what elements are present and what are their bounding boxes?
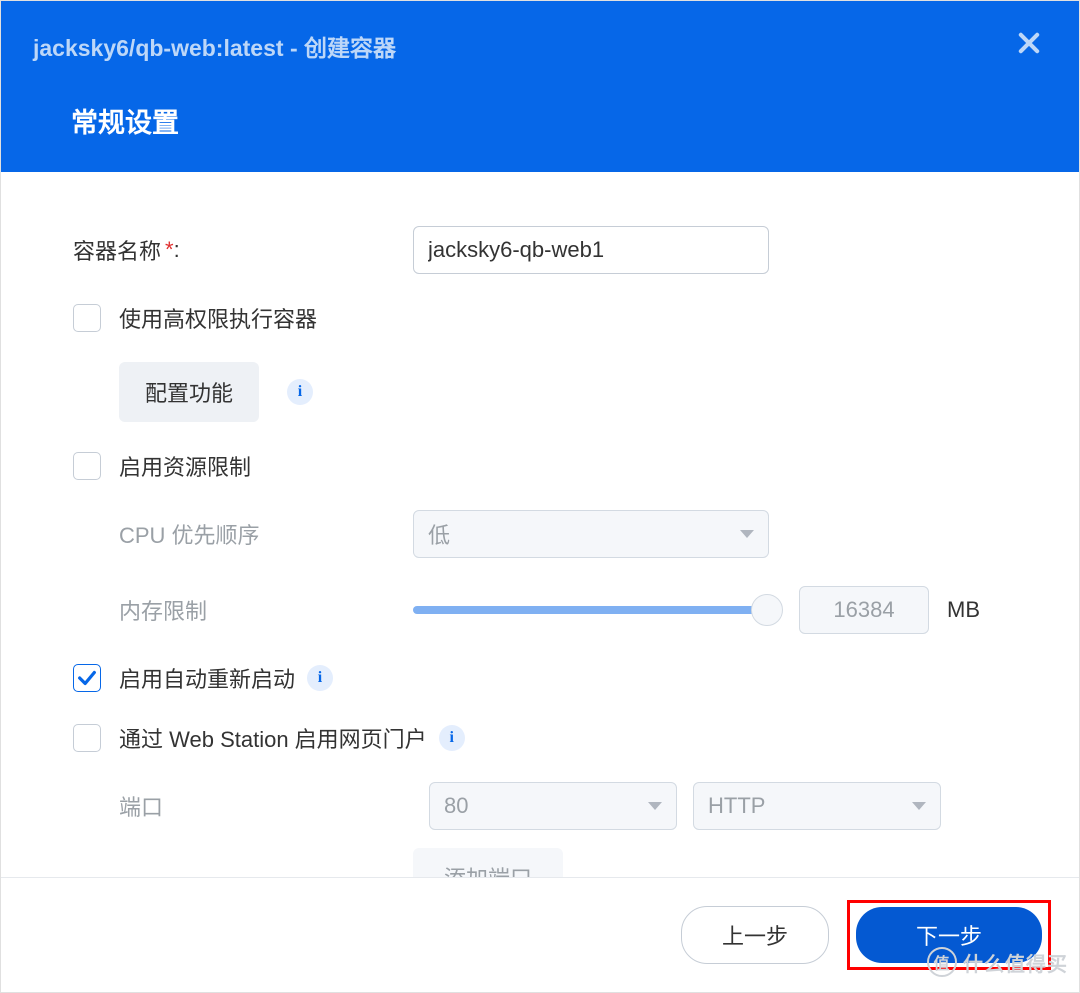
chevron-down-icon bbox=[648, 802, 662, 810]
cpu-priority-value: 低 bbox=[428, 518, 450, 550]
required-mark: * bbox=[165, 237, 174, 263]
port-value: 80 bbox=[444, 793, 468, 819]
resource-limit-label: 启用资源限制 bbox=[119, 450, 251, 482]
label-colon: : bbox=[174, 237, 180, 263]
container-name-label: 容器名称 * : bbox=[73, 234, 413, 266]
auto-restart-row: 启用自动重新启动 i bbox=[73, 662, 1007, 694]
config-capability-row: 配置功能 i bbox=[119, 362, 1007, 422]
memory-limit-label: 内存限制 bbox=[119, 594, 413, 626]
port-select: 80 bbox=[429, 782, 677, 830]
privileged-label: 使用高权限执行容器 bbox=[119, 302, 317, 334]
protocol-value: HTTP bbox=[708, 793, 765, 819]
create-container-dialog: jacksky6/qb-web:latest - 创建容器 常规设置 容器名称 … bbox=[0, 0, 1080, 993]
auto-restart-checkbox[interactable] bbox=[73, 664, 101, 692]
memory-limit-row: 内存限制 MB bbox=[119, 586, 1007, 634]
memory-value-input bbox=[799, 586, 929, 634]
container-name-input[interactable] bbox=[413, 226, 769, 274]
port-label: 端口 bbox=[119, 790, 413, 822]
memory-slider[interactable] bbox=[413, 606, 769, 614]
highlight-annotation: 下一步 bbox=[847, 900, 1051, 970]
web-station-label: 通过 Web Station 启用网页门户 bbox=[119, 722, 427, 754]
next-button[interactable]: 下一步 bbox=[856, 907, 1042, 963]
container-name-row: 容器名称 * : bbox=[73, 226, 1007, 274]
close-button[interactable] bbox=[1015, 29, 1043, 57]
config-capability-button[interactable]: 配置功能 bbox=[119, 362, 259, 422]
info-icon[interactable]: i bbox=[287, 379, 313, 405]
dialog-header: jacksky6/qb-web:latest - 创建容器 常规设置 bbox=[1, 1, 1079, 172]
protocol-select: HTTP bbox=[693, 782, 941, 830]
privileged-row: 使用高权限执行容器 bbox=[73, 302, 1007, 334]
chevron-down-icon bbox=[912, 802, 926, 810]
dialog-title: jacksky6/qb-web:latest - 创建容器 bbox=[33, 29, 1047, 63]
memory-slider-thumb[interactable] bbox=[751, 594, 783, 626]
resource-limit-row: 启用资源限制 bbox=[73, 450, 1007, 482]
port-row: 端口 80 HTTP bbox=[119, 782, 1007, 830]
dialog-body: 容器名称 * : 使用高权限执行容器 配置功能 i 启用资源限制 CPU 优先顺… bbox=[1, 172, 1079, 877]
previous-button[interactable]: 上一步 bbox=[681, 906, 829, 964]
cpu-priority-select: 低 bbox=[413, 510, 769, 558]
cpu-priority-label: CPU 优先顺序 bbox=[119, 518, 413, 550]
auto-restart-label: 启用自动重新启动 bbox=[119, 662, 295, 694]
chevron-down-icon bbox=[740, 530, 754, 538]
memory-unit: MB bbox=[947, 597, 980, 623]
web-station-checkbox[interactable] bbox=[73, 724, 101, 752]
dialog-footer: 上一步 下一步 值 什么值得买 bbox=[1, 877, 1079, 992]
container-name-label-text: 容器名称 bbox=[73, 234, 161, 266]
info-icon[interactable]: i bbox=[439, 725, 465, 751]
info-icon[interactable]: i bbox=[307, 665, 333, 691]
web-station-row: 通过 Web Station 启用网页门户 i bbox=[73, 722, 1007, 754]
add-port-button: 添加端口 bbox=[413, 848, 563, 877]
close-icon bbox=[1015, 29, 1043, 57]
resource-limit-checkbox[interactable] bbox=[73, 452, 101, 480]
dialog-subtitle: 常规设置 bbox=[71, 101, 1047, 140]
check-icon bbox=[76, 667, 98, 689]
privileged-checkbox[interactable] bbox=[73, 304, 101, 332]
cpu-priority-row: CPU 优先顺序 低 bbox=[119, 510, 1007, 558]
